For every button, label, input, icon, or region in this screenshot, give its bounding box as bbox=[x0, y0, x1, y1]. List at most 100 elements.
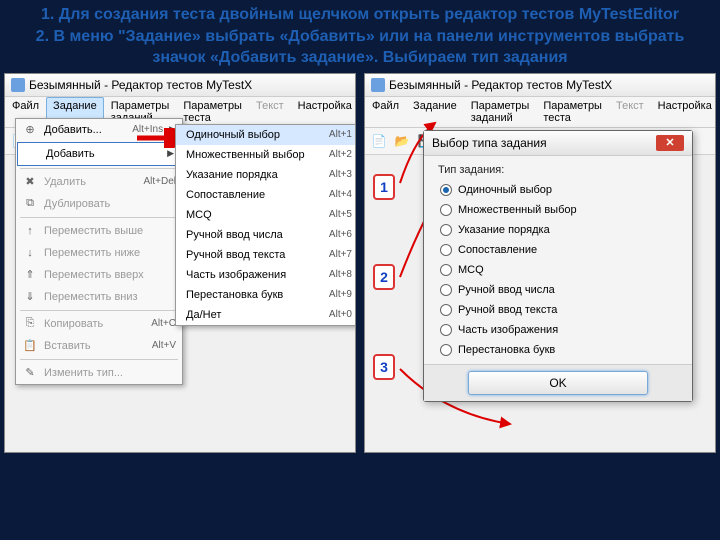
radio-option[interactable]: Перестановка букв bbox=[438, 340, 678, 360]
radio-option[interactable]: Указание порядка bbox=[438, 220, 678, 240]
left-screenshot: Безымянный - Редактор тестов MyTestX Фай… bbox=[4, 73, 356, 453]
radio-label: Одиночный выбор bbox=[458, 184, 552, 196]
annotation-badge-1: 1 bbox=[373, 174, 395, 200]
radio-icon bbox=[440, 284, 452, 296]
radio-label: Указание порядка bbox=[458, 224, 550, 236]
menu-параметры теста[interactable]: Параметры теста bbox=[536, 97, 609, 127]
window-title: Безымянный - Редактор тестов MyTestX bbox=[389, 78, 612, 92]
window-titlebar: Безымянный - Редактор тестов MyTestX bbox=[5, 74, 355, 97]
annotation-badge-2: 2 bbox=[373, 264, 395, 290]
radio-icon bbox=[440, 204, 452, 216]
submenu-item-label: Перестановка букв bbox=[186, 289, 283, 301]
menu-item: ⎘КопироватьAlt+C bbox=[16, 313, 182, 335]
menu-item: ✎ Изменить тип... bbox=[16, 362, 182, 384]
submenu-item[interactable]: Сопоставление Alt+4 bbox=[176, 185, 356, 205]
radio-option[interactable]: Одиночный выбор bbox=[438, 180, 678, 200]
radio-label: Сопоставление bbox=[458, 244, 537, 256]
menu-item: 📋 Вставить Alt+V bbox=[16, 335, 182, 357]
menu-item: ✖УдалитьAlt+Del bbox=[16, 171, 182, 193]
radio-option[interactable]: MCQ bbox=[438, 260, 678, 280]
submenu-item-hotkey: Alt+4 bbox=[329, 189, 352, 201]
menu-item: ⇑ Переместить вверх bbox=[16, 264, 182, 286]
radio-icon bbox=[440, 324, 452, 336]
window-title: Безымянный - Редактор тестов MyTestX bbox=[29, 78, 252, 92]
submenu-item-label: Сопоставление bbox=[186, 189, 265, 201]
menu-item-label: Переместить вниз bbox=[44, 291, 176, 303]
menu-item-label: Добавить... bbox=[44, 124, 114, 136]
submenu-item[interactable]: Множественный выбор Alt+2 bbox=[176, 145, 356, 165]
submenu-item-hotkey: Alt+1 bbox=[329, 129, 352, 141]
task-type-submenu: Одиночный выборAlt+1 Множественный выбор A… bbox=[175, 124, 356, 326]
submenu-item-label: Указание порядка bbox=[186, 169, 278, 181]
instructions-block: 1. Для создания теста двойным щелчком от… bbox=[0, 0, 720, 71]
menu-item-icon: ⊕ bbox=[22, 122, 38, 138]
submenu-arrow-icon: ▶ bbox=[167, 148, 174, 159]
submenu-item-label: Да/Нет bbox=[186, 309, 221, 321]
menu-настройка[interactable]: Настройка bbox=[291, 97, 356, 127]
submenu-item[interactable]: MCQAlt+5 bbox=[176, 205, 356, 225]
radio-icon bbox=[440, 344, 452, 356]
menu-item-icon: 📋 bbox=[22, 338, 38, 354]
radio-label: Ручной ввод числа bbox=[458, 284, 555, 296]
submenu-item-hotkey: Alt+2 bbox=[329, 149, 352, 161]
radio-icon bbox=[440, 184, 452, 196]
menu-item-icon: ✖ bbox=[22, 174, 38, 190]
menu-item-hotkey: Alt+V bbox=[140, 340, 176, 351]
dialog-title: Выбор типа задания bbox=[432, 136, 547, 150]
menu-item-label: Дублировать bbox=[44, 198, 176, 210]
menu-item-label: Добавить bbox=[46, 148, 161, 160]
radio-icon bbox=[440, 264, 452, 276]
submenu-item[interactable]: Ручной ввод текстаAlt+7 bbox=[176, 245, 356, 265]
menu-настройка[interactable]: Настройка bbox=[651, 97, 716, 127]
menu-item-label: Переместить вверх bbox=[44, 269, 176, 281]
menu-item-icon: ⧉ bbox=[22, 196, 38, 212]
menu-текст[interactable]: Текст bbox=[609, 97, 651, 127]
menu-item: ⇓ Переместить вниз bbox=[16, 286, 182, 308]
menu-параметры теста[interactable]: Параметры теста bbox=[176, 97, 249, 127]
app-icon bbox=[371, 78, 385, 92]
group-label: Тип задания: bbox=[438, 164, 678, 176]
radio-option[interactable]: Часть изображения bbox=[438, 320, 678, 340]
menu-item-icon: ✎ bbox=[22, 365, 38, 381]
radio-label: Множественный выбор bbox=[458, 204, 577, 216]
submenu-item[interactable]: Перестановка буквAlt+9 bbox=[176, 285, 356, 305]
radio-option[interactable]: Множественный выбор bbox=[438, 200, 678, 220]
dialog-titlebar: Выбор типа задания ✕ bbox=[424, 131, 692, 156]
submenu-item[interactable]: Часть изображенияAlt+8 bbox=[176, 265, 356, 285]
task-type-dialog: Выбор типа задания ✕ Тип задания: Одиноч… bbox=[423, 130, 693, 402]
submenu-item-label: Множественный выбор bbox=[186, 149, 305, 161]
submenu-item[interactable]: Да/НетAlt+0 bbox=[176, 305, 356, 325]
radio-option[interactable]: Ручной ввод текста bbox=[438, 300, 678, 320]
menu-item: ↑Переместить выше bbox=[16, 220, 182, 242]
close-icon[interactable]: ✕ bbox=[656, 135, 684, 151]
radio-label: Часть изображения bbox=[458, 324, 558, 336]
menu-параметры заданий[interactable]: Параметры заданий bbox=[464, 97, 537, 127]
menu-item-label: Изменить тип... bbox=[44, 367, 176, 379]
menu-item-label: Удалить bbox=[44, 176, 125, 188]
instruction-line-2: 2. В меню "Задание» выбрать «Добавить» и… bbox=[30, 26, 690, 69]
menu-текст[interactable]: Текст bbox=[249, 97, 291, 127]
menu-item-icon: ⇓ bbox=[22, 289, 38, 305]
radio-icon bbox=[440, 304, 452, 316]
submenu-item[interactable]: Ручной ввод числа Alt+6 bbox=[176, 225, 356, 245]
submenu-item[interactable]: Указание порядкаAlt+3 bbox=[176, 165, 356, 185]
submenu-item[interactable]: Одиночный выборAlt+1 bbox=[176, 125, 356, 145]
menu-item-icon bbox=[24, 146, 40, 162]
menu-item-label: Вставить bbox=[44, 340, 134, 352]
submenu-item-label: Ручной ввод числа bbox=[186, 229, 283, 241]
menu-item: ↓Переместить ниже bbox=[16, 242, 182, 264]
window-titlebar: Безымянный - Редактор тестов MyTestX bbox=[365, 74, 715, 97]
submenu-item-label: Часть изображения bbox=[186, 269, 286, 281]
submenu-item-hotkey: Alt+6 bbox=[329, 229, 352, 241]
radio-group: Одиночный выбор Множественный выбор Указан… bbox=[438, 180, 678, 360]
right-screenshot: Безымянный - Редактор тестов MyTestX Фай… bbox=[364, 73, 716, 453]
menu-item-icon: ⇑ bbox=[22, 267, 38, 283]
toolbar-button[interactable]: 📄 bbox=[369, 131, 389, 151]
radio-option[interactable]: Ручной ввод числа bbox=[438, 280, 678, 300]
ok-button[interactable]: OK bbox=[468, 371, 648, 395]
submenu-item-hotkey: Alt+5 bbox=[329, 209, 352, 221]
submenu-item-hotkey: Alt+7 bbox=[329, 249, 352, 261]
menu-item-label: Копировать bbox=[44, 318, 133, 330]
radio-option[interactable]: Сопоставление bbox=[438, 240, 678, 260]
menu-item-icon: ↑ bbox=[22, 223, 38, 239]
